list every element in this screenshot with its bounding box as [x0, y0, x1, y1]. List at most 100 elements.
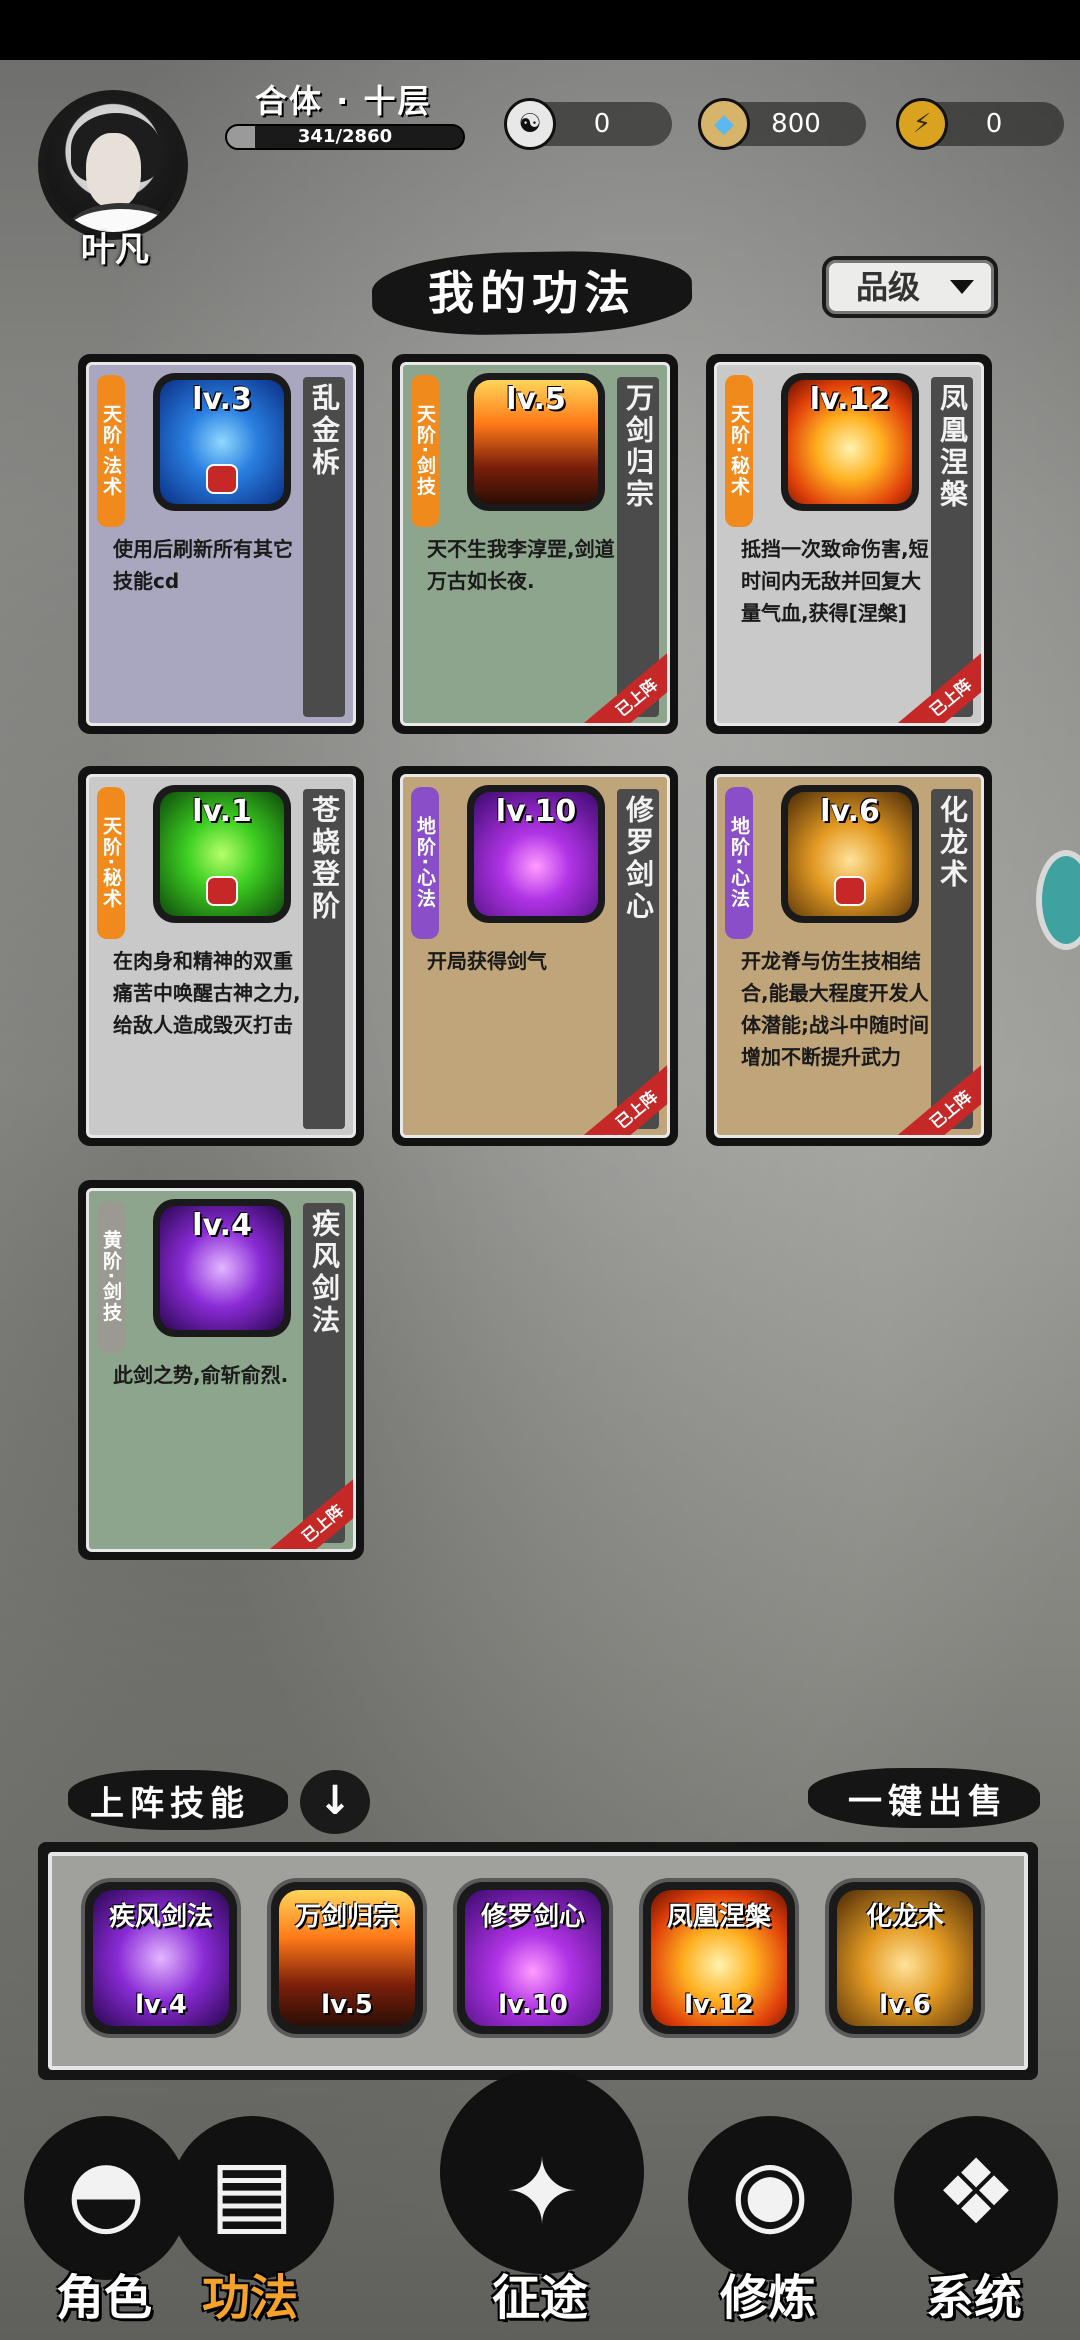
skill-name: 疾风剑法	[308, 1209, 341, 1337]
skill-grade-tag: 天阶·剑技	[411, 375, 439, 527]
skill-icon-frame: lv.6	[781, 785, 919, 923]
sort-label: 品级	[856, 268, 921, 306]
active-skill-slot[interactable]: 疾风剑法 lv.4	[85, 1882, 237, 2034]
slot-skill-art-icon: 修罗剑心 lv.10	[465, 1890, 601, 2026]
skill-card[interactable]: 天阶·秘术 lv.1 苍蛲登阶 在肉身和精神的双重痛苦中唤醒古神之力,给敌人造成毁灭打…	[78, 766, 364, 1146]
skill-grade-tag: 黄阶·剑技	[97, 1201, 125, 1353]
nav-item-4[interactable]: ❖ 系统	[874, 2100, 1074, 2340]
arrow-down-icon[interactable]: ↓	[300, 1770, 370, 1834]
skill-description: 在肉身和精神的双重痛苦中唤醒古神之力,给敌人造成毁灭打击	[113, 949, 301, 1037]
lock-icon	[834, 876, 866, 906]
skill-card[interactable]: 地阶·心法 lv.6 化龙术开龙脊与仿生技相结合,能最大程度开发人体潜能;战斗中随时…	[706, 766, 992, 1146]
active-skill-slot[interactable]: 万剑归宗 lv.5	[271, 1882, 423, 2034]
skill-card-body: 黄阶·剑技 lv.4 疾风剑法 此剑之势,俞斩俞烈. 已上阵	[86, 1188, 356, 1552]
slot-skill-level: lv.10	[498, 1990, 568, 2020]
skill-grade-tag: 天阶·法术	[97, 375, 125, 527]
skill-card-body: 地阶·心法 lv.10 修罗剑心 开局获得剑气 已上阵	[400, 774, 670, 1138]
resource-lightning[interactable]: ⚡ 0	[896, 98, 1064, 150]
nav-item-2[interactable]: ✦ 征途	[440, 2070, 644, 2340]
nav-label: 征途	[491, 2270, 588, 2326]
skill-art-icon: lv.12	[788, 380, 912, 504]
skill-card[interactable]: 天阶·法术 lv.3 乱金柝使用后刷新所有其它技能cd	[78, 354, 364, 734]
slot-skill-art-icon: 疾风剑法 lv.4	[93, 1890, 229, 2026]
skill-icon-frame: lv.4	[153, 1199, 291, 1337]
sell-all-button[interactable]: 一键出售	[848, 1774, 1008, 1823]
sort-by-grade-dropdown[interactable]: 品级	[822, 256, 998, 318]
skill-grade-tag: 地阶·心法	[725, 787, 753, 939]
skill-description: 开龙脊与仿生技相结合,能最大程度开发人体潜能;战斗中随时间增加不断提升武力	[741, 949, 929, 1069]
slot-skill-name: 修罗剑心	[480, 1902, 585, 1932]
resource-spirit-gem[interactable]: ◆ 800	[698, 98, 866, 150]
panda-icon: ❖	[935, 2140, 1017, 2245]
player-name: 叶凡	[81, 230, 149, 270]
skill-art-icon: lv.4	[160, 1206, 284, 1330]
active-skill-slot[interactable]: 化龙术 lv.6	[829, 1882, 981, 2034]
slot-skill-name: 疾风剑法	[108, 1902, 213, 1932]
nav-label: 修炼	[719, 2270, 816, 2326]
resource-value: 800	[771, 109, 821, 139]
skill-card-body: 天阶·秘术 lv.1 苍蛲登阶 在肉身和精神的双重痛苦中唤醒古神之力,给敌人造成毁灭打…	[86, 774, 356, 1138]
skill-icon-frame: lv.5	[467, 373, 605, 511]
slot-skill-art-icon: 万剑归宗 lv.5	[279, 1890, 415, 2026]
skill-level: lv.5	[506, 382, 566, 417]
active-skill-slot[interactable]: 凤凰涅槃 lv.12	[643, 1882, 795, 2034]
skill-icon-frame: lv.12	[781, 373, 919, 511]
skill-level: lv.3	[192, 382, 252, 417]
lock-icon	[206, 464, 238, 494]
skill-card-body: 地阶·心法 lv.6 化龙术开龙脊与仿生技相结合,能最大程度开发人体潜能;战斗中随时…	[714, 774, 984, 1138]
skill-grade-tag: 地阶·心法	[411, 787, 439, 939]
skill-name: 修罗剑心	[622, 795, 655, 923]
skill-name: 万剑归宗	[622, 383, 655, 511]
skill-name: 乱金柝	[308, 383, 341, 479]
skill-level: lv.6	[820, 794, 880, 829]
player-avatar[interactable]	[38, 90, 188, 240]
skill-art-icon: lv.6	[788, 792, 912, 916]
active-skill-slot[interactable]: 修罗剑心 lv.10	[457, 1882, 609, 2034]
yin-yang-icon: ☯	[504, 98, 556, 150]
skill-card[interactable]: 黄阶·剑技 lv.4 疾风剑法 此剑之势,俞斩俞烈. 已上阵	[78, 1180, 364, 1560]
skill-card[interactable]: 地阶·心法 lv.10 修罗剑心 开局获得剑气 已上阵	[392, 766, 678, 1146]
caret-down-icon	[950, 280, 974, 294]
nav-label: 功法	[201, 2270, 298, 2326]
skill-name: 化龙术	[936, 795, 969, 891]
slot-skill-level: lv.4	[135, 1990, 187, 2020]
lock-icon	[206, 876, 238, 906]
page-title: 我的功法	[428, 266, 636, 320]
skill-card[interactable]: 天阶·剑技 lv.5 万剑归宗 天不生我李淳罡,剑道万古如长夜. 已上阵	[392, 354, 678, 734]
slot-skill-name: 化龙术	[865, 1902, 944, 1932]
nav-item-1[interactable]: ▤ 功法	[150, 2100, 350, 2340]
skill-description: 开局获得剑气	[427, 949, 547, 973]
active-skills-label: 上阵技能	[90, 1784, 250, 1824]
skill-art-icon: lv.1	[160, 792, 284, 916]
skill-card-body: 天阶·剑技 lv.5 万剑归宗 天不生我李淳罡,剑道万古如长夜. 已上阵	[400, 362, 670, 726]
skill-card-body: 天阶·秘术 lv.12 凤凰涅槃 抵挡一次致命伤害,短时间内无敌并回复大量气血,获得[…	[714, 362, 984, 726]
meditation-icon: ◉	[730, 2140, 810, 2245]
resource-yin-yang[interactable]: ☯ 0	[504, 98, 672, 150]
cultivation-realm: 合体 · 十层	[255, 82, 432, 120]
status-bar	[0, 0, 1080, 62]
slot-skill-level: lv.6	[879, 1990, 931, 2020]
skill-level: lv.10	[495, 794, 577, 829]
skill-card[interactable]: 天阶·秘术 lv.12 凤凰涅槃 抵挡一次致命伤害,短时间内无敌并回复大量气血,获得[…	[706, 354, 992, 734]
skill-icon-frame: lv.10	[467, 785, 605, 923]
skill-description: 使用后刷新所有其它技能cd	[113, 537, 293, 593]
resource-value: 0	[593, 109, 611, 139]
scroll-book-icon: ▤	[209, 2140, 295, 2245]
spirit-gem-icon: ◆	[698, 98, 750, 150]
slot-skill-level: lv.5	[321, 1990, 373, 2020]
skill-description: 抵挡一次致命伤害,短时间内无敌并回复大量气血,获得[涅槃]	[741, 537, 929, 625]
active-skill-slots-panel: 疾风剑法 lv.4 万剑归宗 lv.5 修罗剑心 lv.10 凤凰涅槃 lv.12 化龙术 lv.…	[38, 1842, 1038, 2080]
skill-art-icon: lv.3	[160, 380, 284, 504]
sword-emblem-icon: ✦	[504, 2140, 580, 2245]
xp-progress-text: 341/2860	[297, 126, 393, 147]
resource-value: 0	[985, 109, 1003, 139]
slot-skill-art-icon: 凤凰涅槃 lv.12	[651, 1890, 787, 2026]
skill-art-icon: lv.5	[474, 380, 598, 504]
skill-card-body: 天阶·法术 lv.3 乱金柝使用后刷新所有其它技能cd	[86, 362, 356, 726]
lightning-icon: ⚡	[896, 98, 948, 150]
skill-level: lv.1	[192, 794, 252, 829]
skill-icon-frame: lv.1	[153, 785, 291, 923]
skill-level: lv.12	[809, 382, 891, 417]
nav-item-3[interactable]: ◉ 修炼	[668, 2100, 868, 2340]
skill-art-icon: lv.10	[474, 792, 598, 916]
